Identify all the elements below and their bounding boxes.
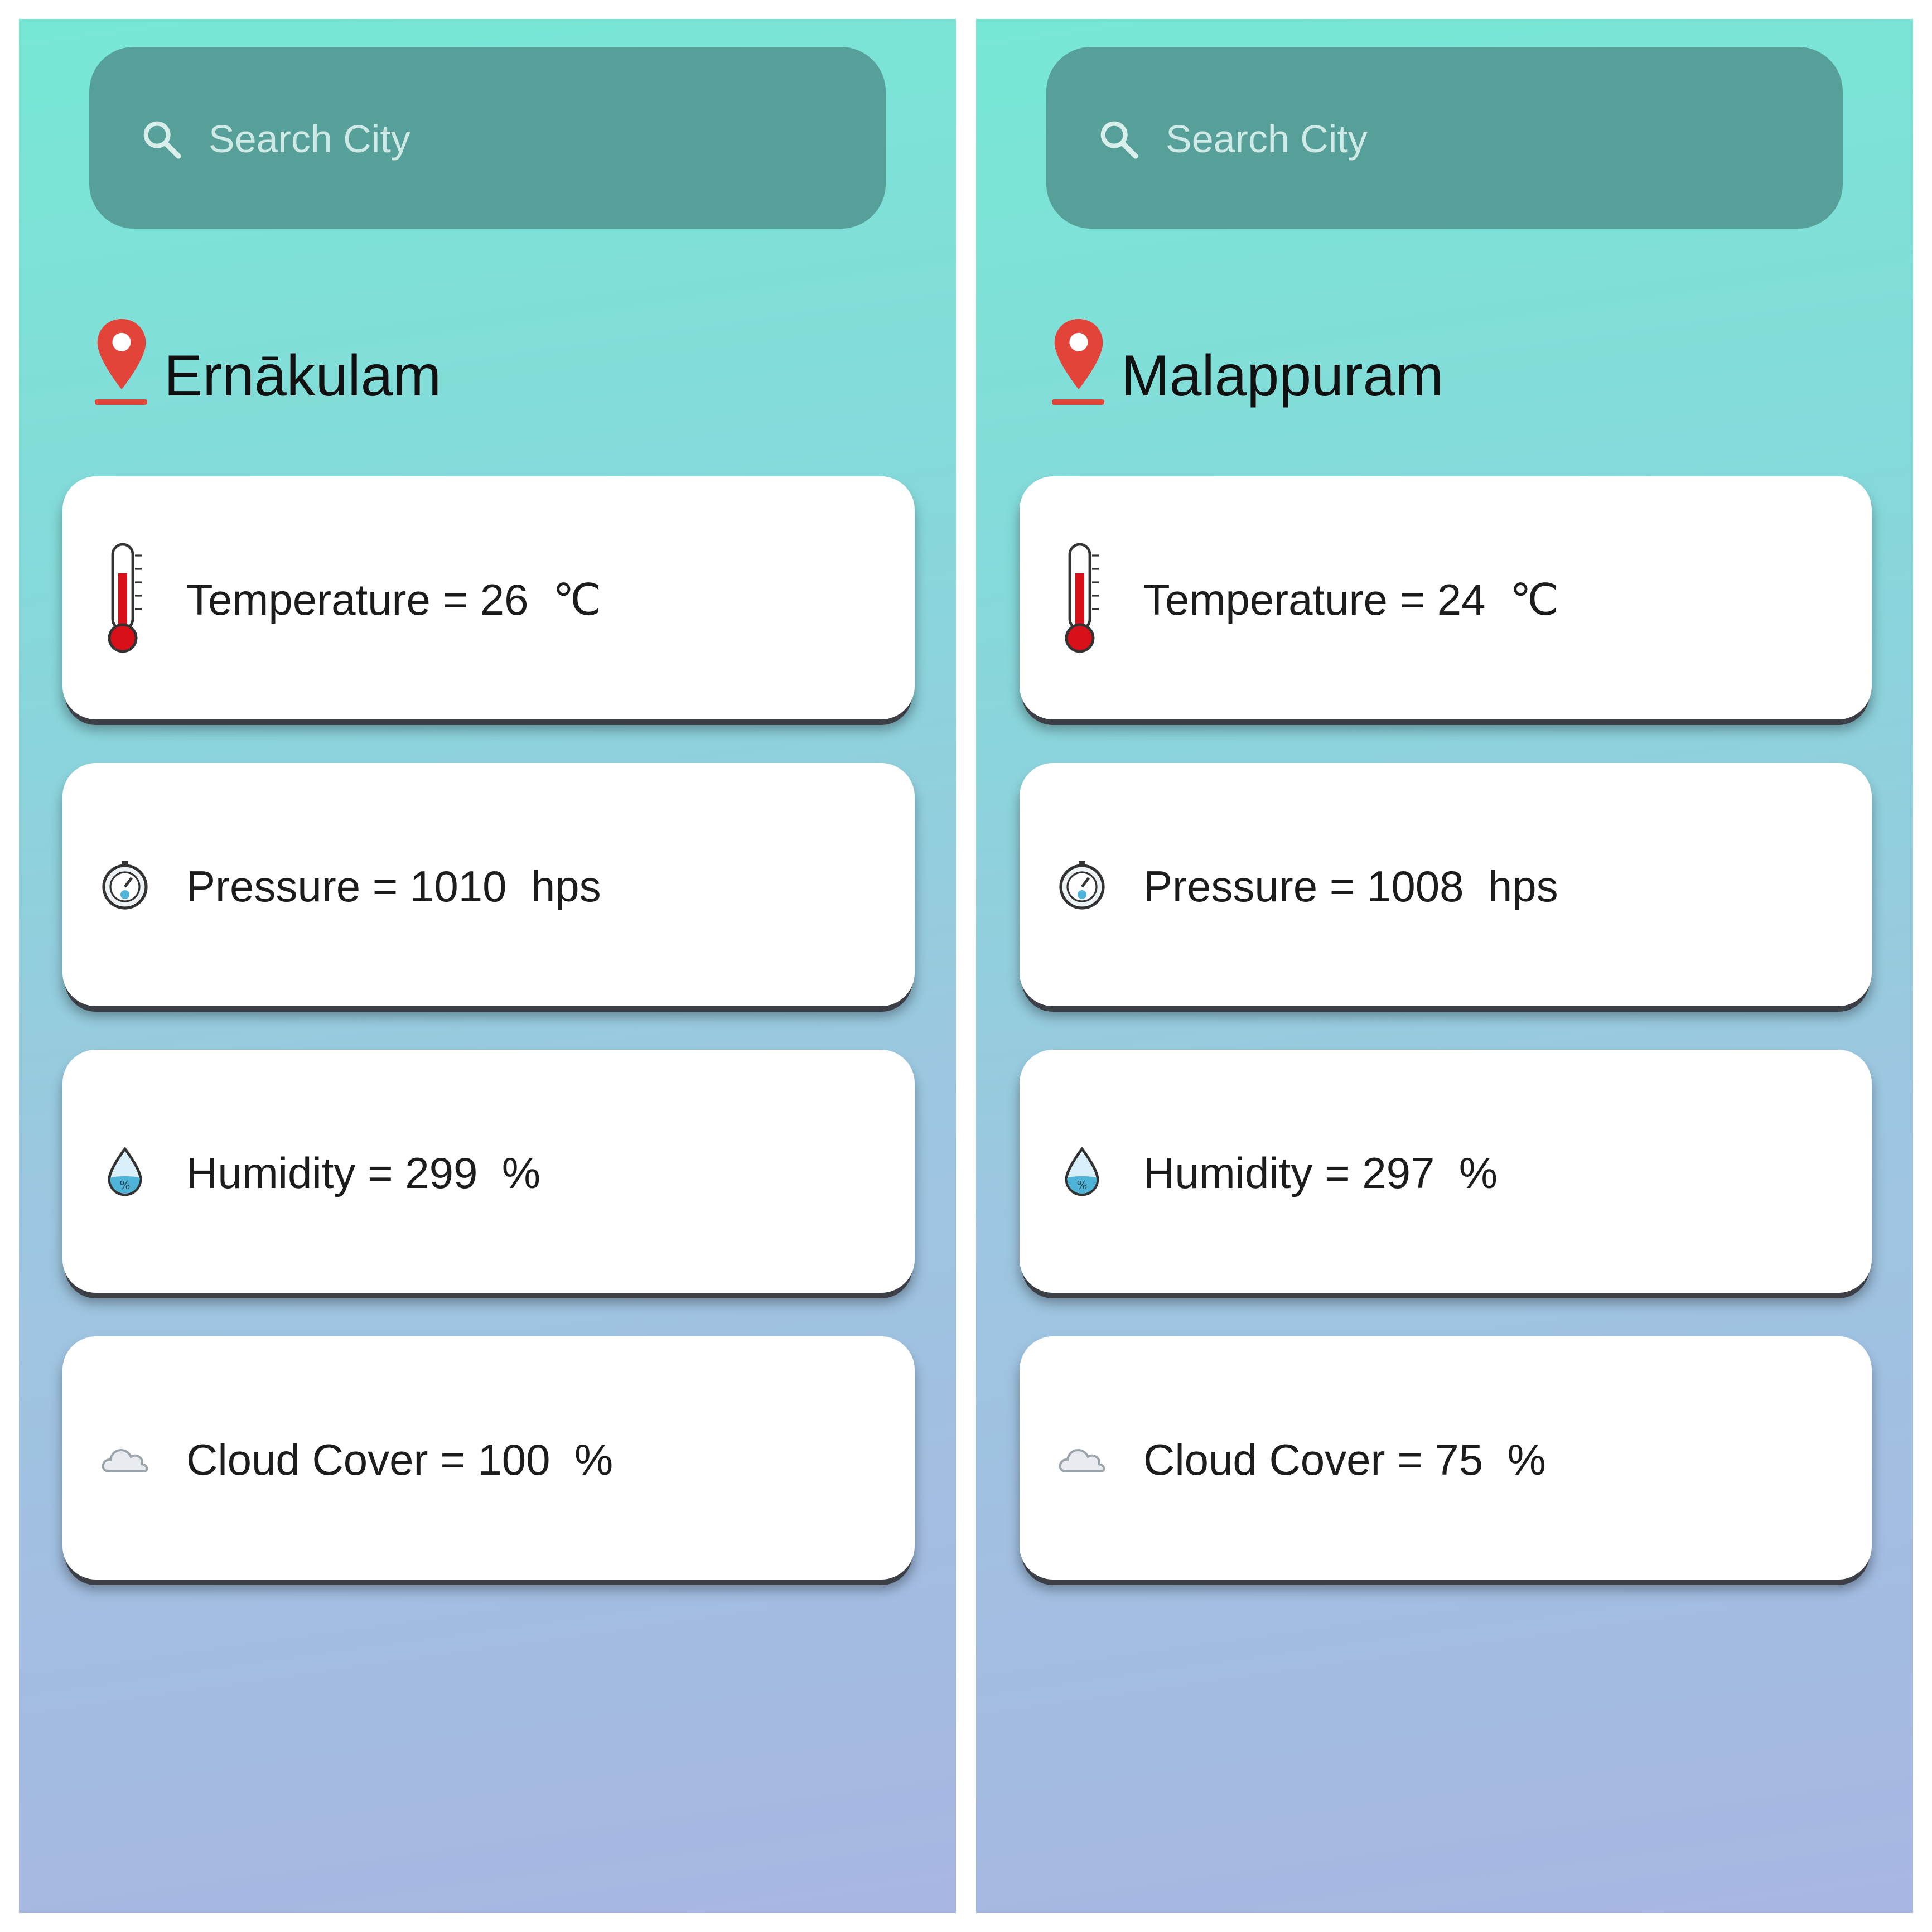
cloud-icon <box>102 1448 148 1472</box>
temperature-card: Temperature = 26 ℃ <box>62 476 915 719</box>
pressure-card: Pressure = 1010 hps <box>62 763 915 1006</box>
humidity-value: Humidity = 299 % <box>186 1148 541 1197</box>
cloud-cover-card: Cloud Cover = 75 % <box>1020 1336 1872 1580</box>
thermometer-icon <box>1065 543 1099 653</box>
barometer-icon <box>102 861 148 910</box>
svg-text:%: % <box>1076 1178 1087 1192</box>
thermometer-icon <box>108 543 142 653</box>
temperature-value: Temperature = 24 ℃ <box>1143 575 1559 624</box>
weather-screen-malappuram: Search City Malappuram Temperature = 24 <box>976 19 1913 1913</box>
pin-underline <box>1052 399 1104 405</box>
location-pin-icon <box>97 318 146 390</box>
location-pin-icon <box>1054 318 1103 390</box>
barometer-icon <box>1059 861 1105 910</box>
search-icon[interactable] <box>139 117 184 162</box>
humidity-value: Humidity = 297 % <box>1143 1148 1498 1197</box>
search-input[interactable]: Search City <box>1166 114 1368 164</box>
search-bar[interactable]: Search City <box>89 47 886 229</box>
search-input[interactable]: Search City <box>209 114 410 164</box>
pressure-card: Pressure = 1008 hps <box>1020 763 1872 1006</box>
search-icon[interactable] <box>1097 117 1141 162</box>
city-name: Ernākulam <box>164 344 442 408</box>
app-stage: Search City Ernākulam Temperature = 26 ℃ <box>0 0 1932 1932</box>
humidity-card: % Humidity = 299 % <box>62 1050 915 1293</box>
temperature-value: Temperature = 26 ℃ <box>186 575 602 624</box>
cloud-cover-value: Cloud Cover = 75 % <box>1143 1435 1546 1484</box>
weather-screen-ernakulam: Search City Ernākulam Temperature = 26 ℃ <box>19 19 956 1913</box>
city-name: Malappuram <box>1121 344 1444 408</box>
pin-underline <box>95 399 147 405</box>
search-bar[interactable]: Search City <box>1046 47 1843 229</box>
cloud-cover-card: Cloud Cover = 100 % <box>62 1336 915 1580</box>
humidity-drop-icon: % <box>1065 1147 1099 1196</box>
temperature-card: Temperature = 24 ℃ <box>1020 476 1872 719</box>
cloud-cover-value: Cloud Cover = 100 % <box>186 1435 614 1484</box>
humidity-drop-icon: % <box>108 1147 142 1196</box>
svg-text:%: % <box>119 1178 130 1192</box>
pressure-value: Pressure = 1008 hps <box>1143 862 1558 911</box>
cloud-icon <box>1059 1448 1105 1472</box>
pressure-value: Pressure = 1010 hps <box>186 862 601 911</box>
humidity-card: % Humidity = 297 % <box>1020 1050 1872 1293</box>
